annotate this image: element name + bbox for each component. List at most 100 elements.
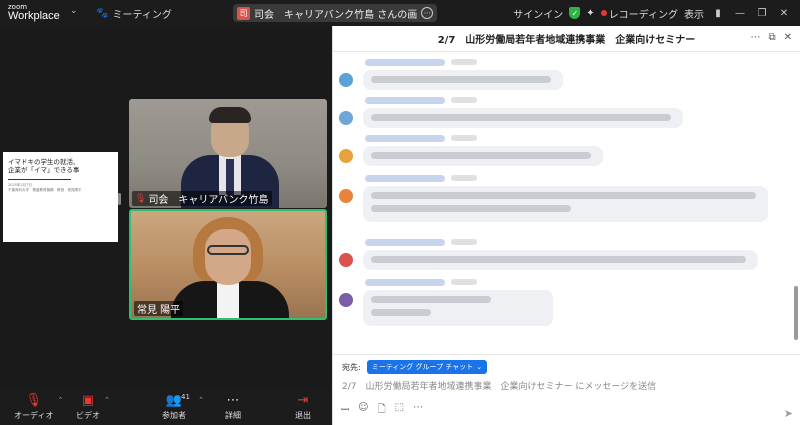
- recipient-select[interactable]: ミーティング グループ チャット ⌄: [366, 360, 488, 374]
- video-off-icon: ▣: [81, 393, 95, 408]
- recipient-value: ミーティング グループ チャット: [371, 363, 474, 371]
- file-icon[interactable]: 🗋: [378, 402, 386, 419]
- popout-icon[interactable]: ⧉: [768, 32, 775, 43]
- speaker-text: 司会 キャリアバンク竹島 さんの画: [254, 9, 418, 21]
- chat-message: [339, 239, 779, 275]
- message-bubble: [363, 186, 768, 222]
- timestamp: [451, 59, 477, 65]
- avatar: [339, 73, 353, 87]
- compose-toolbar: ꟷ ☺ 🗋 ⬚ ⋯: [341, 402, 423, 419]
- minimize-icon[interactable]: —: [732, 8, 748, 19]
- meeting-label: ミーティング: [112, 10, 172, 21]
- more-circle-icon: ⋯: [226, 393, 240, 408]
- person-glasses: [207, 245, 249, 255]
- slide-presenter: 千葉商科大学 基盤教育機構 教授 常見陽平: [8, 188, 82, 192]
- more-icon[interactable]: ⋯: [421, 7, 434, 19]
- more-icon[interactable]: ⋯: [750, 32, 760, 43]
- recording-label: レコーディング: [608, 9, 678, 21]
- paw-icon: 🐾: [96, 8, 109, 19]
- chat-message: [339, 279, 779, 339]
- mic-off-icon: 🎙: [135, 193, 147, 204]
- signin-button[interactable]: サインイン: [513, 6, 563, 21]
- message-bubble: [363, 146, 603, 166]
- participant-name-tag: 🎙 司会 キャリアバンク竹島: [132, 191, 272, 206]
- message-bubble: [363, 290, 553, 326]
- video-label: ビデオ: [76, 411, 100, 420]
- chat-compose: 宛先: ミーティング グループ チャット ⌄ 2/7 山形労働局若年者地域連携事…: [333, 354, 800, 425]
- timestamp: [451, 279, 477, 285]
- leave-label: 退出: [295, 411, 311, 420]
- zoom-logo: zoom Workplace: [8, 3, 60, 22]
- chevron-down-icon[interactable]: ⌄: [70, 6, 78, 16]
- layout-icon[interactable]: ▮: [710, 8, 726, 19]
- title-bar-right: サインイン ✓ ✦ レコーディング 表示 ▮ — ❐ ✕: [513, 0, 800, 26]
- sender-name: [365, 59, 445, 66]
- chat-scroll-thumb[interactable]: [794, 286, 798, 340]
- leave-icon: ⇥: [297, 393, 309, 408]
- video-tile-speaker[interactable]: 常見 陽平: [129, 209, 327, 320]
- panel-splitter-handle[interactable]: [118, 193, 121, 205]
- chevron-up-icon[interactable]: ⌃: [58, 396, 64, 404]
- chat-message: [339, 97, 779, 133]
- view-button[interactable]: 表示: [684, 6, 704, 21]
- zoom-window: zoom Workplace ⌄ 🐾 ミーティング 司 司会 キャリアバンク竹島…: [0, 0, 800, 425]
- person-shirt: [217, 283, 239, 318]
- message-bubble: [363, 70, 563, 90]
- meeting-menu[interactable]: 🐾 ミーティング: [96, 6, 172, 21]
- slide-divider: [8, 179, 71, 180]
- avatar: [339, 111, 353, 125]
- sender-name: [365, 279, 445, 286]
- avatar: [339, 293, 353, 307]
- chevron-down-icon: ⌄: [476, 363, 483, 371]
- chat-message: [339, 59, 779, 95]
- chevron-up-icon[interactable]: ⌃: [198, 396, 204, 404]
- slide-title-line2: 企業が「イマ」できる事: [8, 166, 80, 174]
- avatar: [339, 149, 353, 163]
- meeting-toolbar: 🎙 オーディオ ⌃ ▣ ビデオ ⌃ 👥 参加者 ⌃ 41 ⋯ 詳細 ⇥ 退出: [0, 390, 332, 425]
- people-icon: 👥: [165, 393, 183, 408]
- participant-name: 常見 陽平: [137, 305, 181, 316]
- timestamp: [451, 135, 477, 141]
- format-icon[interactable]: ꟷ: [341, 402, 349, 419]
- avatar: [339, 253, 353, 267]
- timestamp: [451, 239, 477, 245]
- chat-header: 2/7 山形労働局若年者地域連携事業 企業向けセミナー ⋯ ⧉ ✕: [333, 26, 800, 52]
- close-icon[interactable]: ✕: [776, 8, 792, 19]
- send-icon[interactable]: ➤: [784, 407, 793, 420]
- screenshot-icon[interactable]: ⬚: [395, 402, 404, 419]
- video-button[interactable]: ▣ ビデオ ⌃: [76, 392, 110, 421]
- restore-icon[interactable]: ❐: [754, 8, 770, 19]
- participant-name-tag: 常見 陽平: [134, 301, 184, 316]
- chat-panel: 2/7 山形労働局若年者地域連携事業 企業向けセミナー ⋯ ⧉ ✕ 宛先: ミー…: [332, 26, 800, 425]
- message-input[interactable]: 2/7 山形労働局若年者地域連携事業 企業向けセミナー にメッセージを送信: [342, 379, 656, 392]
- audio-label: オーディオ: [14, 411, 54, 420]
- message-bubble: [363, 250, 758, 270]
- chat-title: 2/7 山形労働局若年者地域連携事業 企業向けセミナー: [437, 35, 696, 46]
- more-icon[interactable]: ⋯: [413, 402, 423, 419]
- recording-indicator[interactable]: レコーディング: [600, 6, 678, 21]
- chat-header-actions: ⋯ ⧉ ✕: [750, 32, 792, 43]
- participant-count: 41: [181, 393, 190, 401]
- sender-name: [365, 135, 445, 142]
- slide-title-line1: イマドキの学生の就活、: [8, 158, 80, 166]
- shared-slide[interactable]: イマドキの学生の就活、 企業が「イマ」できる事 2025年2月7日 千葉商科大学…: [3, 152, 118, 242]
- details-button[interactable]: ⋯ 詳細: [225, 392, 241, 421]
- audio-button[interactable]: 🎙 オーディオ ⌃: [14, 392, 63, 421]
- avatar: [339, 189, 353, 203]
- chat-messages[interactable]: [333, 53, 793, 345]
- leave-button[interactable]: ⇥ 退出: [295, 392, 311, 421]
- timestamp: [451, 175, 477, 181]
- chat-message: [339, 135, 779, 171]
- participants-label: 参加者: [162, 411, 186, 420]
- active-speaker-pill[interactable]: 司 司会 キャリアバンク竹島 さんの画 ⋯: [233, 4, 438, 22]
- emoji-icon[interactable]: ☺: [358, 402, 368, 419]
- sparkle-icon[interactable]: ✦: [586, 8, 594, 19]
- shield-check-icon[interactable]: ✓: [569, 7, 581, 19]
- recipient-row: 宛先: ミーティング グループ チャット ⌄: [342, 360, 488, 374]
- logo-bottom-text: Workplace: [8, 10, 60, 22]
- to-label: 宛先:: [342, 362, 361, 372]
- close-icon[interactable]: ✕: [784, 32, 792, 43]
- chevron-up-icon[interactable]: ⌃: [104, 396, 110, 404]
- video-tile-host[interactable]: 🎙 司会 キャリアバンク竹島: [129, 99, 327, 208]
- participant-name: 司会 キャリアバンク竹島: [148, 195, 269, 206]
